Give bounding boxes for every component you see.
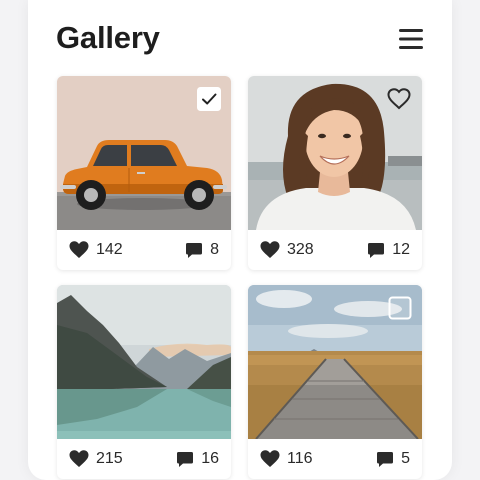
heart-icon [69, 450, 89, 467]
comment-icon [186, 242, 203, 258]
comment-count: 12 [392, 241, 410, 258]
like-count: 116 [287, 450, 313, 467]
comment-button[interactable]: 8 [185, 240, 219, 260]
comment-icon [368, 242, 385, 258]
hamburger-menu-icon [399, 29, 423, 49]
photo-card-portrait[interactable]: 328 12 [248, 76, 422, 270]
checkbox-empty-icon [388, 296, 412, 320]
like-button[interactable]: 215 [69, 449, 123, 469]
lake-photo-image [57, 285, 231, 439]
menu-button[interactable] [396, 26, 426, 52]
comment-button[interactable]: 16 [176, 449, 219, 469]
photo-stats: 142 8 [57, 230, 231, 270]
photo-stats: 116 5 [248, 439, 422, 479]
photo-card-boardwalk[interactable]: 116 5 [248, 285, 422, 479]
like-count: 215 [96, 450, 123, 467]
comment-button[interactable]: 12 [367, 240, 410, 260]
favorite-button[interactable] [387, 88, 411, 112]
like-count: 328 [287, 241, 314, 258]
heart-icon [260, 450, 280, 467]
page-title: Gallery [56, 20, 160, 55]
photo-card-car[interactable]: 142 8 [57, 76, 231, 270]
gallery-screen: Gallery 142 8 328 12 215 16 116 5 [28, 0, 452, 480]
comment-icon [177, 451, 194, 467]
checkmark-icon [197, 87, 221, 111]
select-checkbox[interactable] [388, 296, 412, 320]
photo-stats: 215 16 [57, 439, 231, 479]
comment-icon [377, 451, 394, 467]
heart-outline-icon [387, 88, 411, 110]
heart-icon [260, 241, 280, 258]
like-button[interactable]: 328 [260, 240, 314, 260]
select-checkbox[interactable] [197, 87, 221, 111]
photo-lake[interactable] [57, 285, 231, 439]
like-button[interactable]: 116 [260, 449, 313, 469]
heart-icon [69, 241, 89, 258]
photo-card-lake[interactable]: 215 16 [57, 285, 231, 479]
comment-count: 16 [201, 450, 219, 467]
photo-stats: 328 12 [248, 230, 422, 270]
like-button[interactable]: 142 [69, 240, 123, 260]
comment-button[interactable]: 5 [376, 449, 410, 469]
comment-count: 8 [210, 241, 219, 258]
header: Gallery [56, 18, 424, 62]
comment-count: 5 [401, 450, 410, 467]
like-count: 142 [96, 241, 123, 258]
